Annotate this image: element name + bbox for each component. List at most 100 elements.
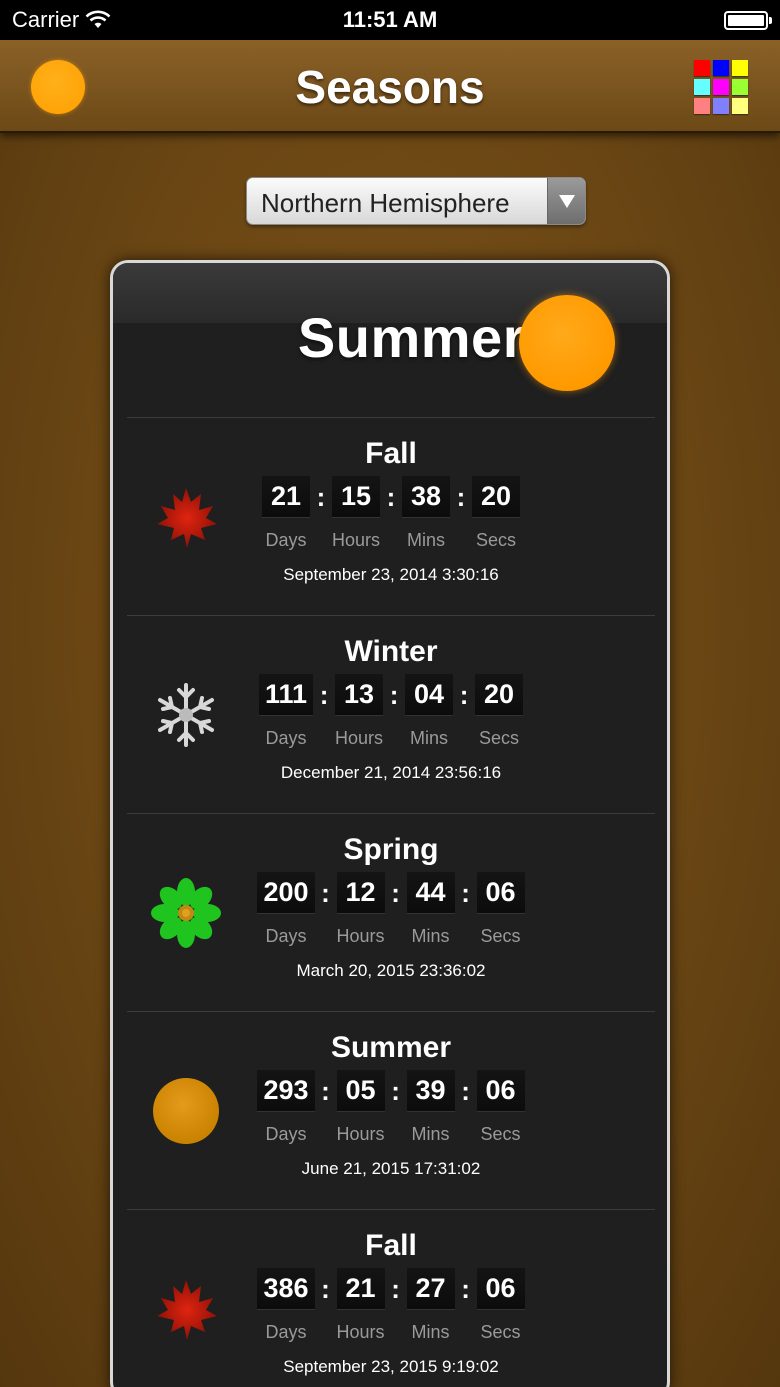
countdown: 111 Days : 13 Hours : 04 Mins : 20 Secs [127, 674, 655, 749]
season-row[interactable]: Summer 293 Days : 05 Hours : 39 Mins : 0… [127, 1011, 655, 1207]
countdown-days: 111 Days [258, 674, 314, 749]
countdown-secs-value: 20 [475, 674, 524, 716]
countdown-hours: 13 Hours [335, 674, 383, 749]
battery-icon [724, 11, 772, 30]
season-row[interactable]: Winter 111 Days : 13 Hours : 04 Mins : 2… [127, 615, 655, 811]
countdown-days: 21 Days [261, 476, 310, 551]
carrier: Carrier [12, 7, 111, 33]
countdown-hours-label: Hours [336, 1322, 385, 1342]
palette-swatch [694, 79, 710, 95]
countdown-mins-value: 27 [406, 1268, 455, 1310]
countdown-secs-label: Secs [480, 1124, 521, 1144]
countdown-separator: : [321, 878, 330, 908]
season-row[interactable]: Fall 21 Days : 15 Hours : 38 Mins : 20 S… [127, 417, 655, 613]
countdown-days-label: Days [265, 1124, 307, 1144]
countdown-mins-value: 38 [402, 476, 450, 518]
countdown-secs-label: Secs [480, 1322, 521, 1342]
countdown-mins-value: 39 [406, 1070, 455, 1112]
countdown-days-label: Days [265, 1322, 307, 1342]
countdown-mins-label: Mins [406, 530, 445, 550]
countdown-secs: 06 Secs [476, 1070, 525, 1145]
countdown-days-value: 200 [257, 872, 315, 914]
seasons-card: Summer Fall 21 Days : 15 Hours : 38 Mins… [110, 260, 670, 1387]
countdown-separator: : [391, 878, 400, 908]
countdown-hours: 12 Hours [336, 872, 385, 947]
countdown-mins-value: 44 [406, 872, 455, 914]
countdown-hours-value: 05 [336, 1070, 385, 1112]
season-date: September 23, 2015 9:19:02 [283, 1357, 499, 1376]
season-name: Summer [330, 1031, 452, 1064]
countdown-mins: 27 Mins [406, 1268, 455, 1343]
countdown-secs: 20 Secs [475, 674, 524, 749]
palette-swatch [694, 98, 710, 114]
countdown-hours: 05 Hours [336, 1070, 385, 1145]
countdown-hours-label: Hours [335, 728, 384, 748]
chevron-down-icon [547, 178, 585, 224]
countdown-secs: 06 Secs [476, 1268, 525, 1343]
countdown-hours-label: Hours [336, 1124, 385, 1144]
countdown-separator: : [389, 680, 399, 710]
countdown-secs-label: Secs [479, 728, 520, 748]
hemisphere-value: Northern Hemisphere [261, 188, 510, 218]
countdown-days: 293 Days [257, 1070, 315, 1145]
palette-swatch [732, 98, 748, 114]
countdown-separator: : [316, 482, 326, 512]
palette-swatch [694, 60, 710, 76]
season-name: Spring [343, 833, 439, 866]
countdown-hours-value: 15 [331, 476, 380, 518]
countdown-days-label: Days [265, 530, 307, 550]
season-row[interactable]: Spring 200 Days : 12 Hours : 44 Mins : 0… [127, 813, 655, 1009]
countdown-days-value: 111 [258, 674, 314, 716]
palette-swatch [713, 60, 729, 76]
countdown-separator: : [321, 1274, 330, 1304]
season-name: Fall [365, 1229, 417, 1262]
season-date: March 20, 2015 23:36:02 [296, 961, 486, 980]
countdown-days: 386 Days [257, 1268, 315, 1343]
countdown-separator: : [461, 1076, 470, 1106]
sun-icon [519, 295, 615, 391]
countdown-hours-value: 13 [335, 674, 384, 716]
countdown-secs: 20 Secs [472, 476, 520, 551]
season-date: September 23, 2014 3:30:16 [283, 565, 499, 584]
countdown-mins-label: Mins [410, 728, 449, 748]
countdown-hours: 21 Hours [336, 1268, 385, 1343]
countdown-separator: : [321, 1076, 330, 1106]
countdown-hours-label: Hours [336, 926, 385, 946]
countdown-hours: 15 Hours [331, 476, 380, 551]
countdown-mins-value: 04 [405, 674, 454, 716]
hemisphere-select[interactable]: Northern Hemisphere [246, 177, 586, 225]
countdown-secs-label: Secs [480, 926, 521, 946]
countdown-days-value: 386 [257, 1268, 315, 1310]
countdown-secs-value: 20 [472, 476, 520, 518]
status-time: 11:51 AM [342, 7, 438, 32]
countdown-hours-value: 12 [336, 872, 385, 914]
wifi-icon [85, 10, 111, 28]
countdown-separator: : [461, 1274, 470, 1304]
countdown: 200 Days : 12 Hours : 44 Mins : 06 Secs [127, 872, 655, 947]
countdown-hours-value: 21 [336, 1268, 385, 1310]
countdown: 293 Days : 05 Hours : 39 Mins : 06 Secs [127, 1070, 655, 1145]
countdown-days: 200 Days [257, 872, 315, 947]
countdown-separator: : [456, 482, 466, 512]
color-palette-icon[interactable] [694, 60, 750, 116]
countdown-days-label: Days [265, 926, 307, 946]
countdown-secs-label: Secs [475, 530, 517, 550]
season-date: June 21, 2015 17:31:02 [301, 1159, 481, 1178]
countdown-mins: 38 Mins [402, 476, 450, 551]
countdown-mins: 44 Mins [406, 872, 455, 947]
status-bar: Carrier 11:51 AM [0, 0, 780, 40]
palette-swatch [713, 79, 729, 95]
countdown-days-label: Days [265, 728, 307, 748]
countdown-days-value: 293 [257, 1070, 315, 1112]
countdown: 386 Days : 21 Hours : 27 Mins : 06 Secs [127, 1268, 655, 1343]
countdown: 21 Days : 15 Hours : 38 Mins : 20 Secs [127, 476, 655, 551]
season-date: December 21, 2014 23:56:16 [280, 763, 502, 782]
countdown-secs-value: 06 [476, 872, 525, 914]
countdown-mins: 04 Mins [405, 674, 454, 749]
countdown-mins-label: Mins [411, 1322, 450, 1342]
season-row[interactable]: Fall 386 Days : 21 Hours : 27 Mins : 06 … [127, 1209, 655, 1387]
nav-bar: Seasons [0, 40, 780, 133]
countdown-separator: : [461, 878, 470, 908]
carrier-label: Carrier [12, 7, 80, 32]
countdown-days-value: 21 [261, 476, 310, 518]
